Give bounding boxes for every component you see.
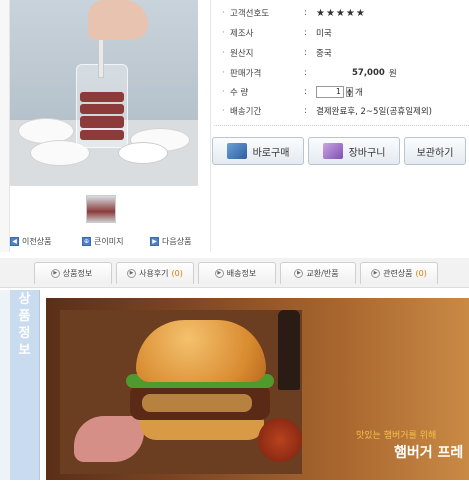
info-row-manufacturer: · 제조사 : 미국	[222, 28, 332, 39]
section-label-product-info: 상 품 정 보	[10, 290, 40, 480]
tab-arrow-icon: ▶	[371, 269, 381, 278]
decrement-icon[interactable]: ▼	[346, 92, 353, 97]
next-product-link[interactable]: ▶ 다음상품	[150, 236, 191, 247]
product-main-image[interactable]	[10, 0, 198, 186]
tab-reviews[interactable]: ▶ 사용후기 (0)	[116, 262, 194, 284]
rating-stars: ★★★★★	[316, 7, 366, 19]
tab-arrow-icon: ▶	[214, 269, 224, 278]
product-detail-banner: 맛있는 햄버거를 위해 햄버거 프레	[46, 298, 469, 480]
info-row-price: · 판매가격 : 57,000 원	[222, 68, 397, 79]
quantity-input[interactable]: 1	[316, 86, 344, 98]
tab-arrow-icon: ▶	[127, 269, 137, 278]
left-edge-strip-lower	[0, 290, 10, 480]
zoom-icon: ⊕	[82, 237, 91, 246]
banner-subtitle: 맛있는 햄버거를 위해	[356, 431, 437, 441]
bottle-image	[278, 310, 300, 390]
tab-exchange-return[interactable]: ▶ 교환/반품	[280, 262, 356, 284]
info-row-rating: · 고객선호도 : ★★★★★	[222, 7, 366, 20]
info-row-origin: · 원산지 : 중국	[222, 48, 332, 59]
hamburger-image	[136, 320, 266, 382]
quantity-stepper[interactable]: ▲ ▼	[346, 87, 353, 97]
banner-title: 햄버거 프레	[394, 445, 464, 461]
left-edge-strip	[0, 0, 10, 252]
zoom-image-link[interactable]: ⊕ 큰이미지	[82, 236, 123, 247]
prev-arrow-icon: ◀	[10, 237, 19, 246]
product-thumbnail[interactable]	[86, 195, 116, 223]
wishlist-button[interactable]: 보관하기	[404, 137, 466, 165]
prev-product-link[interactable]: ◀ 이전상품	[10, 236, 51, 247]
tab-related[interactable]: ▶ 관련상품 (0)	[360, 262, 438, 284]
add-to-cart-button[interactable]: 장바구니	[308, 137, 400, 165]
cart-icon	[322, 143, 343, 159]
info-row-delivery: · 배송기간 : 결제완료후, 2~5일(공휴일제외)	[222, 106, 432, 117]
info-row-quantity: · 수 량 : 1 ▲ ▼ 개	[222, 86, 363, 98]
next-arrow-icon: ▶	[150, 237, 159, 246]
price-value: 57,000	[352, 68, 385, 78]
tab-delivery[interactable]: ▶ 배송정보	[198, 262, 276, 284]
product-info-panel: · 고객선호도 : ★★★★★ · 제조사 : 미국 · 원산지 : 중국 · …	[214, 0, 469, 126]
divider	[210, 0, 211, 252]
sauce-bowl-image	[258, 418, 302, 462]
buy-now-button[interactable]: 바로구매	[212, 137, 304, 165]
tab-arrow-icon: ▶	[294, 269, 304, 278]
buy-now-icon	[226, 143, 247, 159]
tab-product-info[interactable]: ▶ 상품정보	[34, 262, 112, 284]
tab-arrow-icon: ▶	[50, 269, 60, 278]
image-navigation: ◀ 이전상품 ⊕ 큰이미지 ▶ 다음상품	[10, 236, 210, 248]
